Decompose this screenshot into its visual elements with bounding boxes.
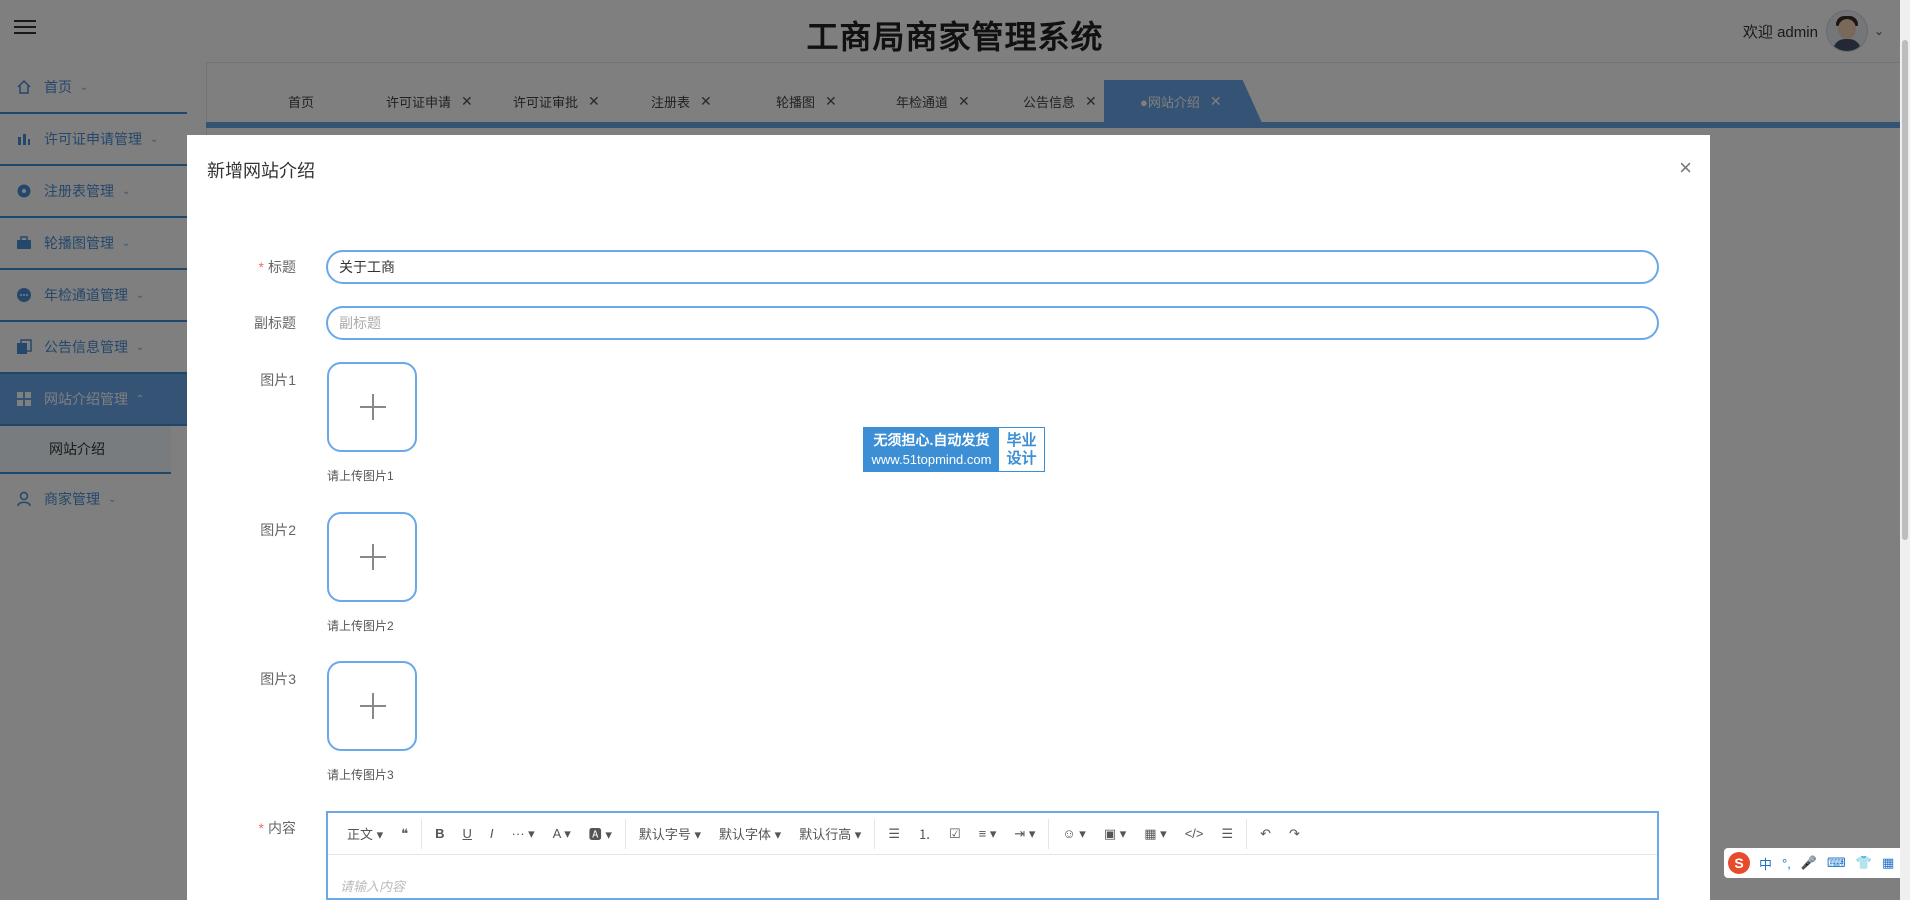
bold-button[interactable]: B (426, 826, 453, 841)
image3-label: 图片3 (216, 669, 296, 689)
content-label-text: 内容 (268, 820, 296, 836)
align-icon[interactable]: ≡ ▾ (970, 826, 1006, 842)
microphone-icon[interactable]: 🎤 (1801, 855, 1817, 871)
image2-upload[interactable] (327, 512, 417, 602)
image3-upload[interactable] (327, 661, 417, 751)
font-size-dropdown[interactable]: 默认字号 ▾ (630, 824, 710, 843)
paragraph-dropdown[interactable]: 正文 ▾ (338, 824, 392, 843)
editor-toolbar: 正文 ▾ ❝ B U I ··· ▾ A ▾ 🅰 ▾ 默认字号 ▾ 默认字体 ▾… (328, 813, 1657, 855)
skin-icon[interactable]: 👕 (1856, 855, 1872, 871)
title-label: *标题 (216, 257, 296, 277)
scrollbar[interactable] (1900, 0, 1910, 900)
ime-language[interactable]: 中 (1759, 854, 1772, 873)
quote-button[interactable]: ❝ (392, 826, 417, 842)
watermark-right1: 毕业 (999, 432, 1044, 450)
image1-label: 图片1 (216, 370, 296, 390)
content-label: *内容 (216, 818, 296, 838)
background-color-button[interactable]: 🅰 ▾ (580, 824, 621, 843)
watermark-url: www.51topmind.com (864, 450, 999, 469)
divider-icon[interactable]: ☰ (1212, 826, 1242, 842)
add-site-intro-dialog: 新增网站介绍 × *标题 副标题 图片1 请上传图片1 图片2 请上传图片2 图… (187, 135, 1710, 900)
watermark-right: 毕业 设计 (999, 428, 1044, 471)
watermark-right2: 设计 (999, 450, 1044, 468)
toolbox-icon[interactable]: ▦ (1882, 855, 1894, 871)
undo-icon[interactable]: ↶ (1251, 826, 1280, 842)
close-icon[interactable]: × (1679, 155, 1692, 181)
rich-text-editor[interactable]: 正文 ▾ ❝ B U I ··· ▾ A ▾ 🅰 ▾ 默认字号 ▾ 默认字体 ▾… (326, 811, 1659, 900)
ime-toolbar[interactable]: S 中 °, 🎤 ⌨ 👕 ▦ (1724, 848, 1903, 878)
title-label-text: 标题 (268, 259, 296, 275)
table-icon[interactable]: ▦ ▾ (1135, 826, 1175, 842)
image2-label: 图片2 (216, 520, 296, 540)
emoji-icon[interactable]: ☺ ▾ (1053, 826, 1094, 842)
image-icon[interactable]: ▣ ▾ (1095, 826, 1135, 842)
ime-logo-icon[interactable]: S (1728, 852, 1750, 874)
image2-hint: 请上传图片2 (327, 617, 394, 634)
title-input[interactable] (326, 250, 1659, 284)
scrollbar-thumb[interactable] (1902, 40, 1908, 540)
todo-icon[interactable]: ☑ (940, 826, 970, 842)
subtitle-label: 副标题 (216, 313, 296, 333)
numbered-list-icon[interactable]: ⒈ (909, 824, 940, 843)
image1-upload[interactable] (327, 362, 417, 452)
image1-hint: 请上传图片1 (327, 467, 394, 484)
underline-button[interactable]: U (454, 826, 481, 841)
editor-placeholder: 请输入内容 (340, 876, 405, 895)
bullet-list-icon[interactable]: ☰ (879, 826, 909, 842)
line-height-dropdown[interactable]: 默认行高 ▾ (790, 824, 870, 843)
watermark-badge: 无须担心.自动发货 www.51topmind.com 毕业 设计 (863, 427, 1045, 472)
dialog-title: 新增网站介绍 (207, 157, 315, 183)
indent-icon[interactable]: ⇥ ▾ (1005, 826, 1044, 842)
font-color-button[interactable]: A ▾ (544, 826, 580, 842)
watermark-left: 无须担心.自动发货 www.51topmind.com (864, 428, 999, 471)
image3-hint: 请上传图片3 (327, 766, 394, 783)
italic-button[interactable]: I (481, 826, 503, 841)
keyboard-icon[interactable]: ⌨ (1827, 855, 1846, 871)
font-family-dropdown[interactable]: 默认字体 ▾ (710, 824, 790, 843)
more-button[interactable]: ··· ▾ (503, 826, 544, 842)
punctuation-icon[interactable]: °, (1782, 856, 1791, 871)
code-icon[interactable]: </> (1176, 826, 1213, 841)
redo-icon[interactable]: ↷ (1280, 826, 1309, 842)
subtitle-input[interactable] (326, 306, 1659, 340)
watermark-line1: 无须担心.自动发货 (864, 431, 999, 450)
